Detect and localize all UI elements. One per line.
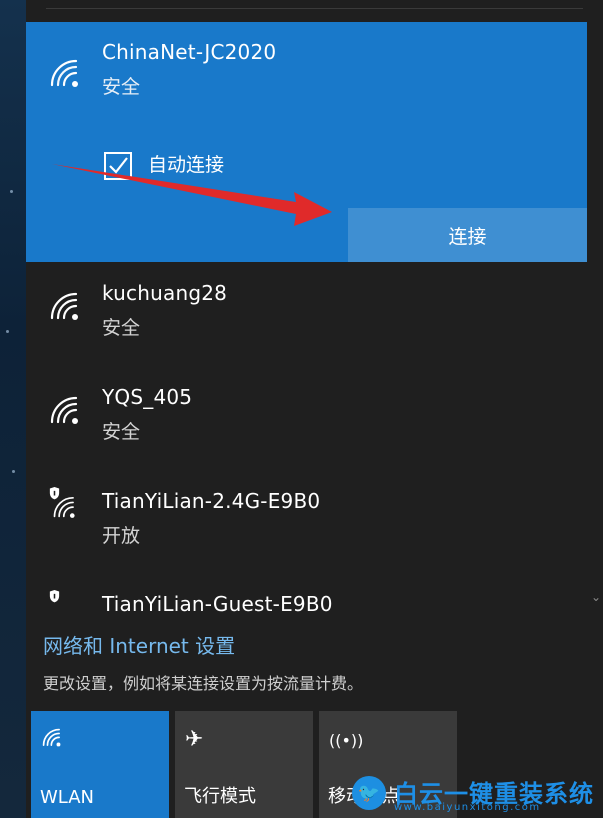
wlan-tile[interactable]: WLAN [31, 711, 169, 818]
wlan-tile-label: WLAN [40, 787, 95, 808]
network-status: 安全 [102, 421, 141, 443]
watermark-logo: 🐦 白云一键重装系统 www.baiyunxitong.com [352, 772, 603, 818]
wifi-open-shield-icon [46, 590, 80, 614]
network-flyout: ChinaNet-JC2020 安全 自动连接 连接 kuchuang28 安全… [26, 0, 603, 818]
wifi-secured-icon [48, 57, 82, 91]
bird-logo-icon: 🐦 [352, 776, 386, 810]
watermark-url: www.baiyunxitong.com [394, 802, 541, 813]
airplane-mode-tile[interactable]: ✈ 飞行模式 [175, 711, 313, 818]
network-settings-link[interactable]: 网络和 Internet 设置 [43, 630, 235, 659]
network-status: 开放 [102, 525, 141, 547]
network-item[interactable]: YQS_405 安全 [26, 369, 587, 473]
network-name: TianYiLian-2.4G-E9B0 [102, 489, 321, 513]
auto-connect-checkbox[interactable] [104, 152, 132, 180]
wifi-open-shield-icon [46, 487, 80, 521]
auto-connect-label[interactable]: 自动连接 [148, 150, 224, 177]
network-name: TianYiLian-Guest-E9B0 [102, 592, 333, 614]
network-status: 安全 [102, 76, 141, 98]
network-name: ChinaNet-JC2020 [102, 40, 277, 64]
network-status: 安全 [102, 317, 141, 339]
hotspot-icon: ((•)) [329, 731, 364, 750]
desktop-edge [0, 0, 26, 818]
wifi-secured-icon [48, 394, 82, 428]
network-settings-description: 更改设置，例如将某连接设置为按流量计费。 [43, 674, 364, 693]
airplane-mode-tile-label: 飞行模式 [184, 786, 256, 807]
network-item[interactable]: TianYiLian-2.4G-E9B0 开放 [26, 473, 587, 577]
network-name: YQS_405 [102, 385, 193, 409]
connect-button[interactable]: 连接 [348, 208, 587, 262]
network-item[interactable]: kuchuang28 安全 [26, 265, 587, 369]
network-item-selected[interactable]: ChinaNet-JC2020 安全 自动连接 连接 [26, 22, 587, 262]
network-name: kuchuang28 [102, 281, 228, 305]
scroll-down-icon[interactable]: ⌄ [591, 590, 601, 604]
network-item[interactable]: TianYiLian-Guest-E9B0 [26, 588, 587, 614]
wifi-icon [41, 727, 63, 755]
wifi-secured-icon [48, 290, 82, 324]
airplane-icon: ✈ [185, 727, 204, 752]
